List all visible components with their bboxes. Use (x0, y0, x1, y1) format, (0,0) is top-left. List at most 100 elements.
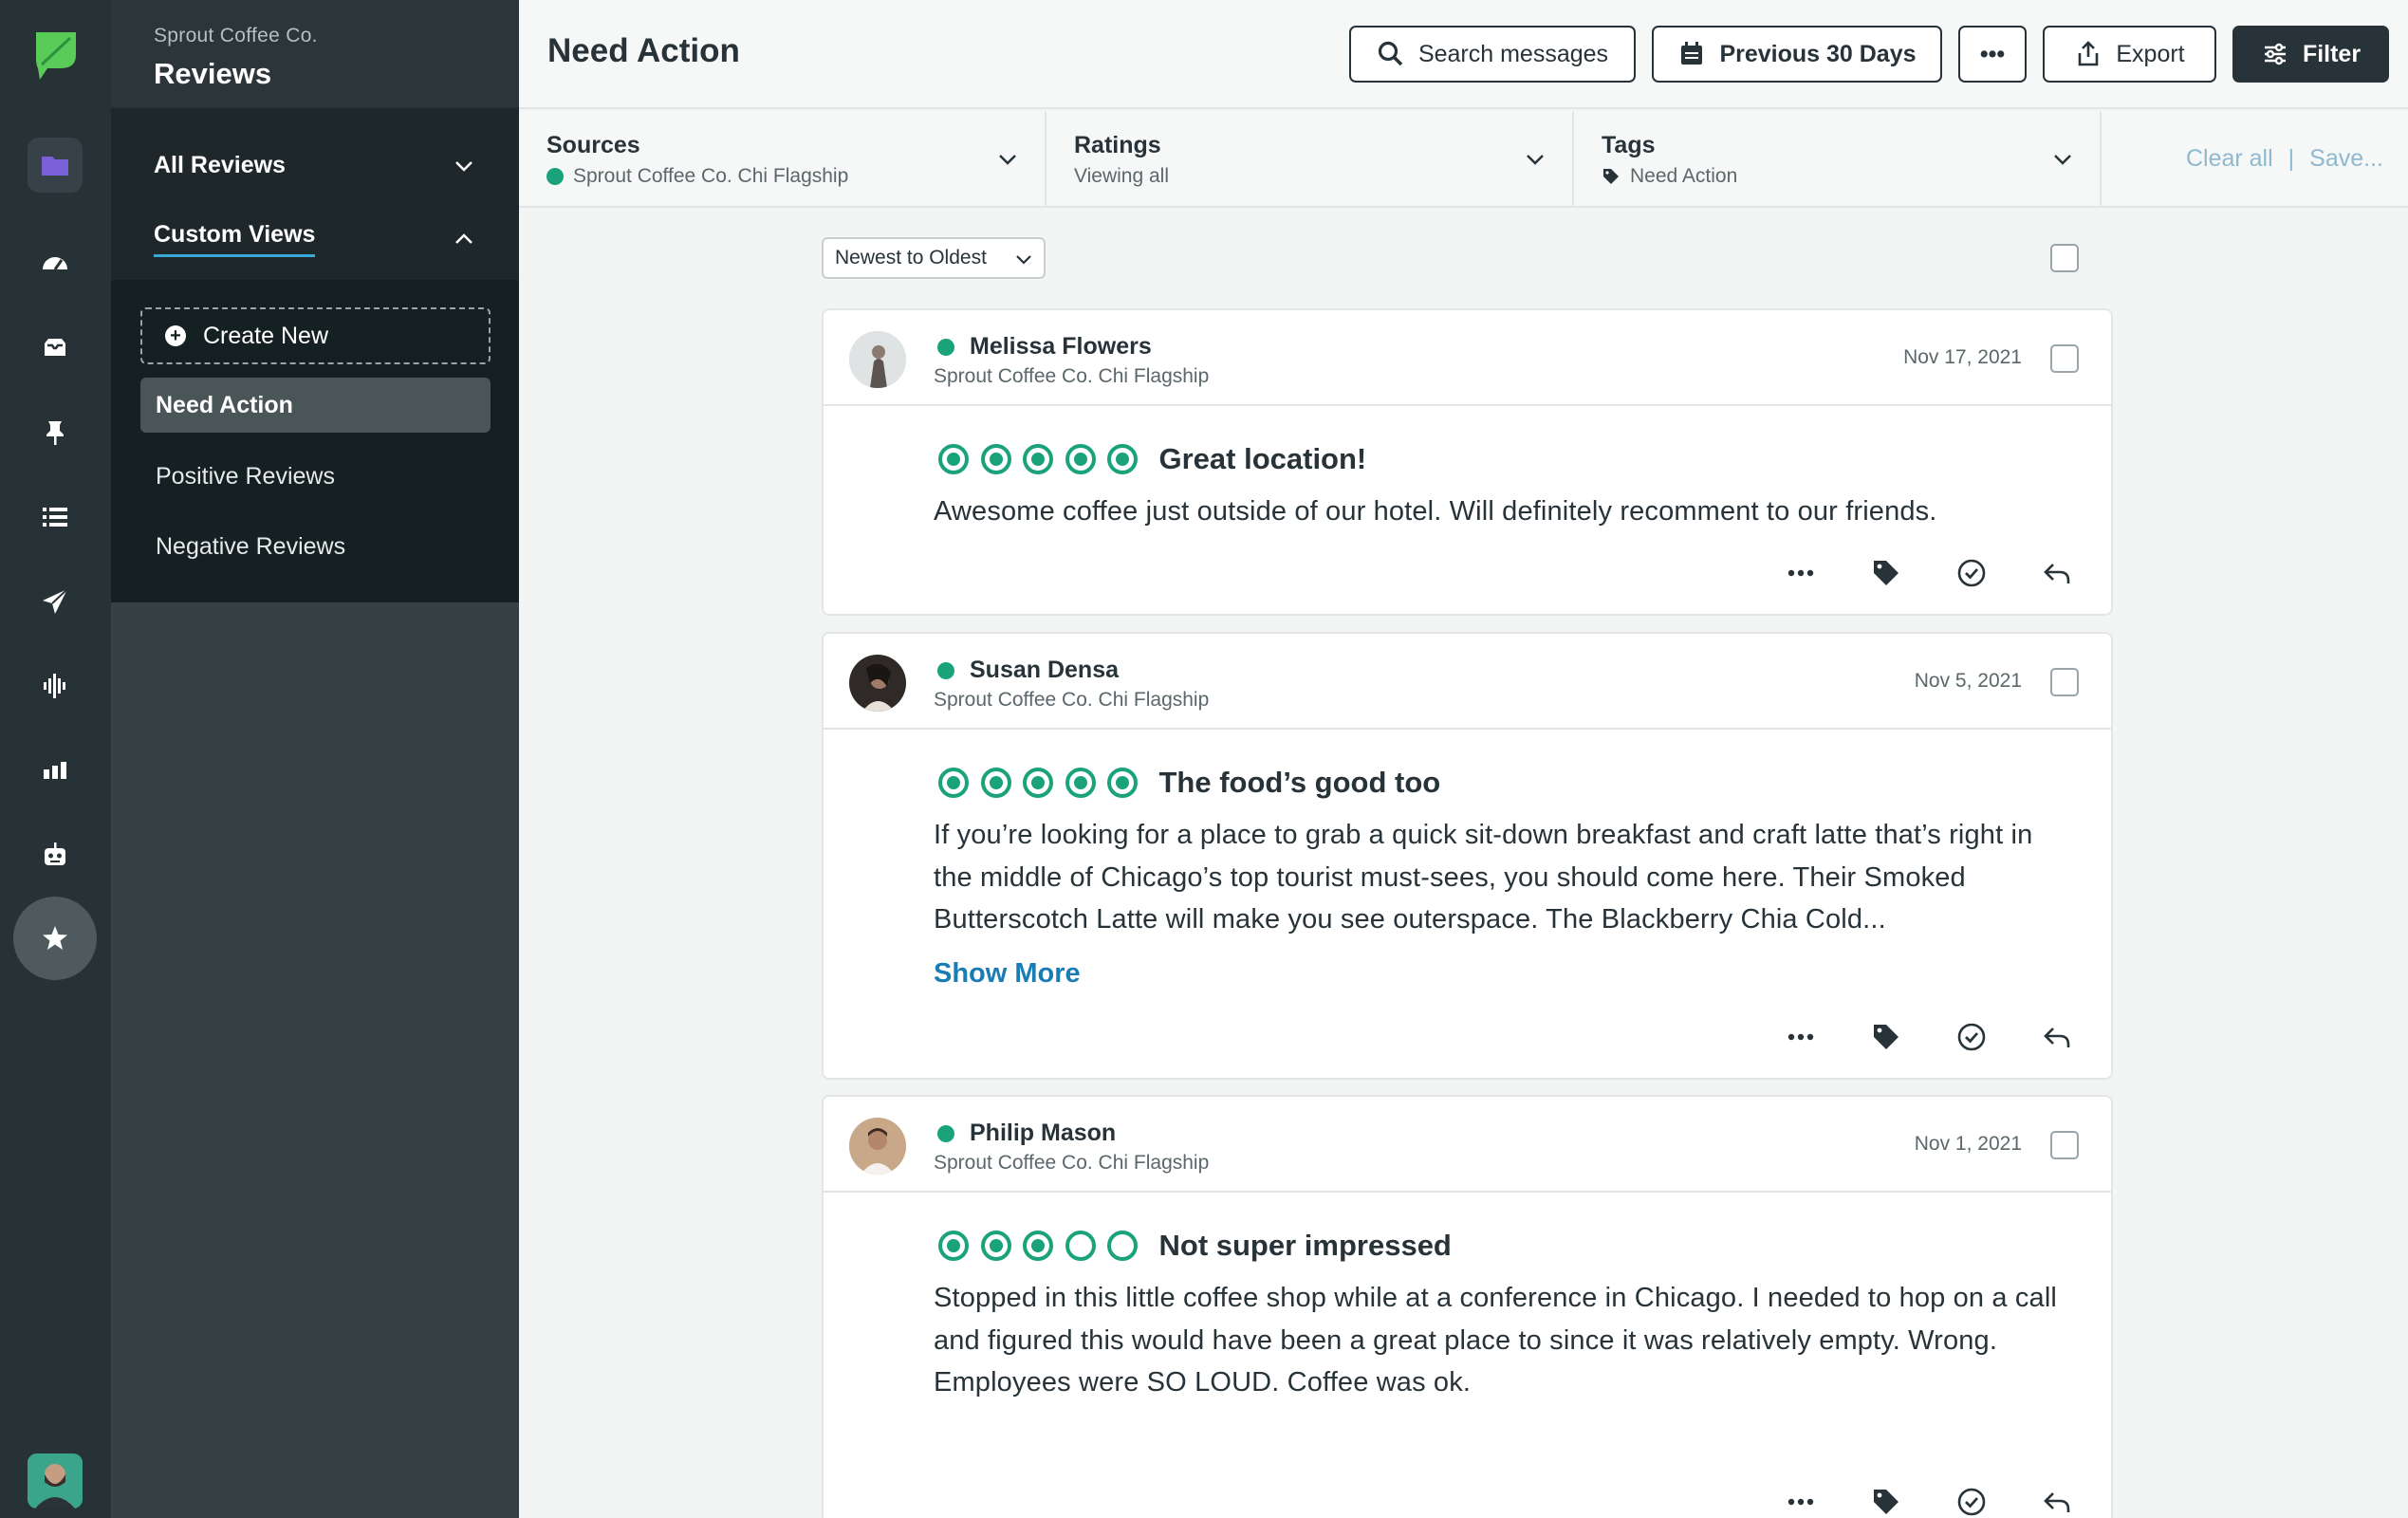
reports-icon (44, 762, 66, 779)
rail-listening-button[interactable] (28, 658, 83, 713)
chevron-up-icon (455, 233, 472, 244)
section-title: Reviews (154, 57, 272, 90)
send-icon (43, 588, 68, 614)
rail-inbox-button[interactable] (28, 321, 83, 376)
filter-button[interactable]: Filter (2232, 26, 2389, 83)
ratings-value: Viewing all (1074, 165, 1170, 187)
reply-icon[interactable] (2041, 1486, 2073, 1518)
tag-icon[interactable] (1870, 1021, 1902, 1053)
sidebar-item-label: Positive Reviews (156, 462, 335, 490)
chevron-down-icon (999, 155, 1016, 165)
date-range-button[interactable]: Previous 30 Days (1652, 26, 1942, 83)
complete-check-icon[interactable] (1955, 1021, 1988, 1053)
all-reviews-toggle[interactable]: All Reviews (154, 152, 476, 179)
plus-circle-icon: + (165, 325, 186, 346)
rating-filled-icon (980, 1231, 1011, 1261)
rating-filled-icon (1107, 444, 1138, 474)
tag-icon (1603, 169, 1619, 184)
sources-filter[interactable]: Sources Sprout Coffee Co. Chi Flagship (519, 111, 1047, 206)
sprout-logo-icon[interactable] (32, 27, 80, 82)
ratings-title: Ratings (1074, 132, 1161, 158)
rating-filled-icon (938, 1231, 969, 1261)
rail-reports-button[interactable] (28, 743, 83, 798)
bot-icon (45, 842, 65, 865)
user-avatar[interactable] (28, 1453, 83, 1509)
author-source: Sprout Coffee Co. Chi Flagship (934, 689, 1210, 711)
rail-dashboard-button[interactable] (28, 235, 83, 290)
sidebar-item-need-action[interactable]: Need Action (140, 378, 491, 433)
tag-icon[interactable] (1870, 1486, 1902, 1518)
complete-check-icon[interactable] (1955, 557, 1988, 589)
author-line: Melissa Flowers (937, 333, 1152, 361)
more-dots-icon: ••• (1979, 40, 2006, 67)
review-card: Melissa Flowers Sprout Coffee Co. Chi Fl… (822, 308, 2113, 616)
review-date: Nov 17, 2021 (1903, 346, 2022, 368)
filter-actions: Clear all | Save... (2186, 145, 2383, 173)
avatar (849, 331, 906, 388)
all-reviews-label: All Reviews (154, 152, 286, 178)
sidebar-item-positive-reviews[interactable]: Positive Reviews (140, 449, 491, 504)
create-new-button[interactable]: + Create New (140, 307, 491, 364)
calendar-icon (1681, 42, 1703, 65)
complete-check-icon[interactable] (1955, 1486, 1988, 1518)
sidebar-item-negative-reviews[interactable]: Negative Reviews (140, 519, 491, 574)
create-new-label: Create New (203, 322, 328, 349)
pin-icon (46, 421, 64, 445)
more-dots-icon[interactable] (1785, 557, 1817, 589)
google-source-icon (937, 661, 954, 679)
author-line: Philip Mason (937, 1120, 1116, 1147)
reply-icon[interactable] (2041, 557, 2073, 589)
ratings-filter[interactable]: Ratings Viewing all (1047, 111, 1574, 206)
reply-icon[interactable] (2041, 1021, 2073, 1053)
sort-select[interactable]: Newest to Oldest (822, 237, 1046, 279)
rating-row: Not super impressed (938, 1229, 1452, 1263)
tags-filter[interactable]: Tags Need Action (1574, 111, 2102, 206)
sources-value: Sprout Coffee Co. Chi Flagship (546, 165, 1045, 188)
filter-label: Filter (2302, 40, 2362, 67)
save-link[interactable]: Save... (2309, 145, 2383, 173)
clear-all-link[interactable]: Clear all (2186, 145, 2273, 173)
custom-views-toggle[interactable]: Custom Views (154, 221, 476, 257)
export-label: Export (2116, 40, 2185, 67)
more-options-button[interactable]: ••• (1958, 26, 2027, 83)
search-button[interactable]: Search messages (1349, 26, 1636, 83)
tags-value-text: Need Action (1630, 165, 1738, 187)
search-icon (1378, 41, 1403, 66)
date-range-label: Previous 30 Days (1719, 40, 1917, 67)
review-checkbox[interactable] (2050, 1131, 2079, 1159)
chevron-down-icon (2054, 155, 2071, 165)
rail-reviews-button[interactable] (13, 897, 97, 980)
review-checkbox[interactable] (2050, 668, 2079, 696)
dashboard-icon (43, 257, 67, 270)
chevron-down-icon (455, 160, 472, 172)
rating-row: Great location! (938, 442, 1366, 476)
rating-filled-icon (938, 768, 969, 798)
rating-filled-icon (938, 444, 969, 474)
tag-icon[interactable] (1870, 557, 1902, 589)
author-name: Philip Mason (970, 1120, 1117, 1146)
more-dots-icon[interactable] (1785, 1021, 1817, 1053)
inbox-icon (45, 339, 65, 356)
export-icon (2079, 41, 2099, 66)
export-button[interactable]: Export (2043, 26, 2216, 83)
custom-views-label: Custom Views (154, 221, 316, 257)
sliders-icon (2264, 43, 2286, 65)
review-checkbox[interactable] (2050, 344, 2079, 373)
rail-folder-button[interactable] (28, 138, 83, 193)
rating-filled-icon (980, 444, 1011, 474)
author-name: Susan Densa (970, 657, 1120, 683)
star-review-icon (43, 926, 67, 950)
review-title: The food’s good too (1158, 766, 1441, 799)
more-dots-icon[interactable] (1785, 1486, 1817, 1518)
rail-list-button[interactable] (28, 490, 83, 545)
rating-filled-icon (1023, 1231, 1053, 1261)
search-label: Search messages (1417, 40, 1609, 67)
rail-pin-button[interactable] (28, 405, 83, 460)
sidebar-item-label: Negative Reviews (156, 532, 346, 560)
select-all-checkbox[interactable] (2050, 244, 2079, 272)
list-icon (43, 508, 67, 527)
rail-publish-button[interactable] (28, 574, 83, 629)
show-more-link[interactable]: Show More (934, 958, 1081, 990)
sidebar-header: Sprout Coffee Co. Reviews (111, 0, 519, 109)
rail-bot-button[interactable] (28, 827, 83, 882)
